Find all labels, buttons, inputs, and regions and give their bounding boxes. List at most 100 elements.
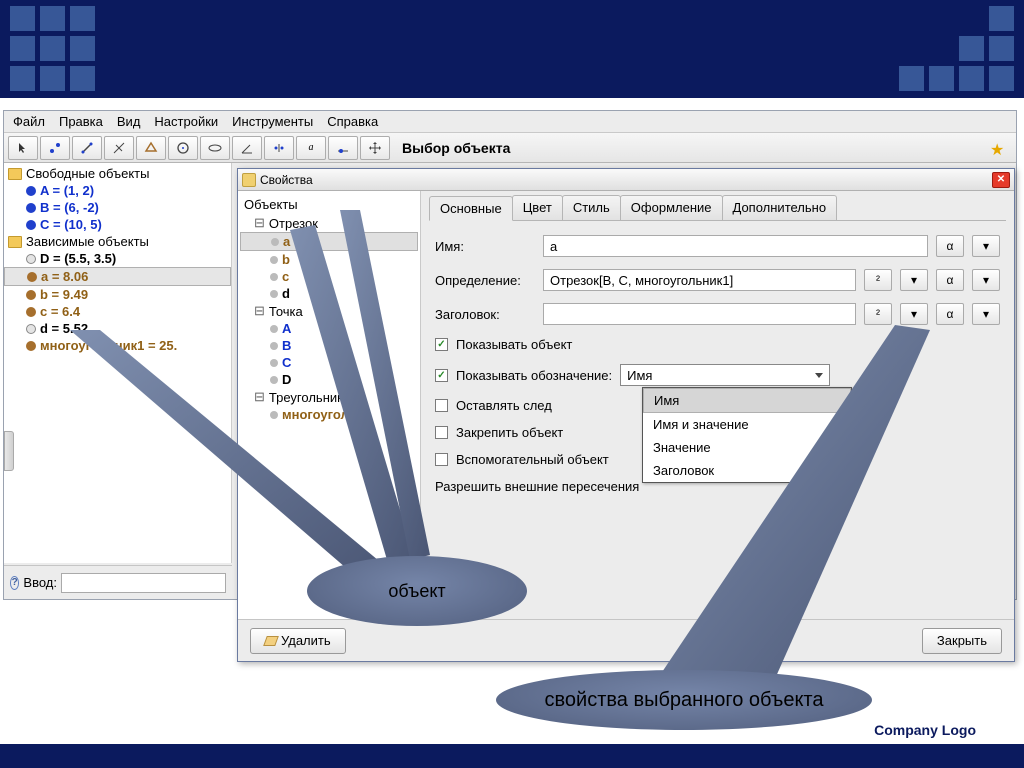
alpha-button[interactable]: α bbox=[936, 269, 964, 291]
input-label: Ввод: bbox=[23, 575, 57, 590]
algebra-panel: Свободные объекты A = (1, 2) B = (6, -2) C… bbox=[4, 163, 232, 563]
free-objects-header[interactable]: Свободные объекты bbox=[26, 166, 149, 181]
show-label-label: Показывать обозначение: bbox=[456, 368, 612, 383]
tab-3[interactable]: Оформление bbox=[620, 195, 723, 220]
show-object-checkbox[interactable] bbox=[435, 338, 448, 351]
tree-item[interactable]: c bbox=[240, 268, 418, 285]
dialog-main: ОсновныеЦветСтильОформлениеДополнительно… bbox=[421, 191, 1014, 619]
trace-checkbox[interactable] bbox=[435, 399, 448, 412]
chevron-down-icon[interactable]: ▾ bbox=[900, 269, 928, 291]
menu-view[interactable]: Вид bbox=[112, 112, 146, 131]
folder-icon bbox=[8, 168, 22, 180]
object-tree: Объекты ⊟Отрезокabcd⊟ТочкаABCD⊟Треугольн… bbox=[238, 191, 421, 619]
tool-polygon[interactable] bbox=[136, 136, 166, 160]
name-input[interactable] bbox=[543, 235, 928, 257]
tree-item[interactable]: C bbox=[240, 354, 418, 371]
menu-file[interactable]: Файл bbox=[8, 112, 50, 131]
tree-header: Объекты bbox=[240, 195, 418, 214]
dropdown-option[interactable]: Значение bbox=[643, 436, 851, 459]
dropdown-option[interactable]: Имя и значение bbox=[643, 413, 851, 436]
tab-2[interactable]: Стиль bbox=[562, 195, 621, 220]
side-handle[interactable] bbox=[4, 431, 14, 471]
alpha-button[interactable]: α bbox=[936, 303, 964, 325]
dropdown-option[interactable]: Заголовок bbox=[643, 459, 851, 482]
bullet-icon bbox=[26, 341, 36, 351]
input-bar: ? Ввод: bbox=[4, 565, 232, 599]
tree-item[interactable]: b bbox=[240, 251, 418, 268]
superscript-button[interactable]: ² bbox=[864, 303, 892, 325]
fix-checkbox[interactable] bbox=[435, 426, 448, 439]
tree-group[interactable]: ⊟Точка bbox=[240, 302, 418, 320]
algebra-item[interactable]: многоугольник1 = 25. bbox=[40, 338, 177, 353]
tool-text[interactable]: a bbox=[296, 136, 326, 160]
aux-label: Вспомогательный объект bbox=[456, 452, 609, 467]
aux-checkbox[interactable] bbox=[435, 453, 448, 466]
chevron-down-icon[interactable]: ▾ bbox=[972, 303, 1000, 325]
algebra-item[interactable]: D = (5.5, 3.5) bbox=[40, 251, 116, 266]
caption-input[interactable] bbox=[543, 303, 856, 325]
toolbar-title: Выбор объекта bbox=[402, 140, 510, 156]
tree-item[interactable]: a bbox=[240, 232, 418, 251]
tree-item[interactable]: многоугольн bbox=[240, 406, 418, 423]
superscript-button[interactable]: ² bbox=[864, 269, 892, 291]
tab-0[interactable]: Основные bbox=[429, 196, 513, 221]
tree-group[interactable]: ⊟Треугольник bbox=[240, 388, 418, 406]
tab-4[interactable]: Дополнительно bbox=[722, 195, 838, 220]
tree-item[interactable]: A bbox=[240, 320, 418, 337]
menu-edit[interactable]: Правка bbox=[54, 112, 108, 131]
dialog-titlebar[interactable]: Свойства ✕ bbox=[238, 169, 1014, 191]
close-button[interactable]: Закрыть bbox=[922, 628, 1002, 654]
menubar: Файл Правка Вид Настройки Инструменты Сп… bbox=[4, 111, 1016, 133]
tree-group[interactable]: ⊟Отрезок bbox=[240, 214, 418, 232]
tool-perp[interactable] bbox=[104, 136, 134, 160]
tool-angle[interactable] bbox=[232, 136, 262, 160]
chevron-down-icon[interactable]: ▾ bbox=[972, 269, 1000, 291]
dropdown-option[interactable]: Имя bbox=[643, 388, 851, 413]
alpha-button[interactable]: α bbox=[936, 235, 964, 257]
tool-slider[interactable] bbox=[328, 136, 358, 160]
label-mode-select[interactable]: Имя bbox=[620, 364, 830, 386]
dep-objects-header[interactable]: Зависимые объекты bbox=[26, 234, 149, 249]
toolbar: a Выбор объекта ★ bbox=[4, 133, 1016, 163]
allow-outlying-label: Разрешить внешние пересечения bbox=[435, 479, 639, 494]
show-object-label: Показывать объект bbox=[456, 337, 572, 352]
bullet-icon bbox=[26, 186, 36, 196]
menu-settings[interactable]: Настройки bbox=[149, 112, 223, 131]
bullet-icon bbox=[27, 272, 37, 282]
command-input[interactable] bbox=[61, 573, 226, 593]
menu-help[interactable]: Справка bbox=[322, 112, 383, 131]
tool-transform[interactable] bbox=[264, 136, 294, 160]
tool-pointer[interactable] bbox=[8, 136, 38, 160]
algebra-item[interactable]: B = (6, -2) bbox=[40, 200, 99, 215]
close-icon[interactable]: ✕ bbox=[992, 172, 1010, 188]
java-icon bbox=[242, 173, 256, 187]
chevron-down-icon[interactable]: ▾ bbox=[972, 235, 1000, 257]
tool-point[interactable] bbox=[40, 136, 70, 160]
tree-item[interactable]: d bbox=[240, 285, 418, 302]
tool-line[interactable] bbox=[72, 136, 102, 160]
def-input[interactable] bbox=[543, 269, 856, 291]
show-label-checkbox[interactable] bbox=[435, 369, 448, 382]
tab-1[interactable]: Цвет bbox=[512, 195, 563, 220]
algebra-item[interactable]: c = 6.4 bbox=[40, 304, 80, 319]
algebra-item[interactable]: d = 5.52 bbox=[40, 321, 88, 336]
menu-tools[interactable]: Инструменты bbox=[227, 112, 318, 131]
help-icon[interactable]: ? bbox=[10, 576, 19, 590]
tree-item[interactable]: D bbox=[240, 371, 418, 388]
bullet-icon bbox=[26, 254, 36, 264]
tool-move-view[interactable] bbox=[360, 136, 390, 160]
folder-icon bbox=[8, 236, 22, 248]
slide-footer-deco bbox=[0, 744, 1024, 768]
chevron-down-icon[interactable]: ▾ bbox=[900, 303, 928, 325]
algebra-item[interactable]: b = 9.49 bbox=[40, 287, 88, 302]
dialog-footer: Удалить Закрыть bbox=[238, 619, 1014, 661]
delete-button[interactable]: Удалить bbox=[250, 628, 346, 654]
company-logo: Company Logo bbox=[874, 722, 976, 738]
algebra-item[interactable]: a = 8.06 bbox=[41, 269, 88, 284]
tool-conic[interactable] bbox=[200, 136, 230, 160]
algebra-item[interactable]: A = (1, 2) bbox=[40, 183, 94, 198]
algebra-item[interactable]: C = (10, 5) bbox=[40, 217, 102, 232]
callout-props: свойства выбранного объекта bbox=[496, 670, 872, 730]
tool-circle[interactable] bbox=[168, 136, 198, 160]
tree-item[interactable]: B bbox=[240, 337, 418, 354]
